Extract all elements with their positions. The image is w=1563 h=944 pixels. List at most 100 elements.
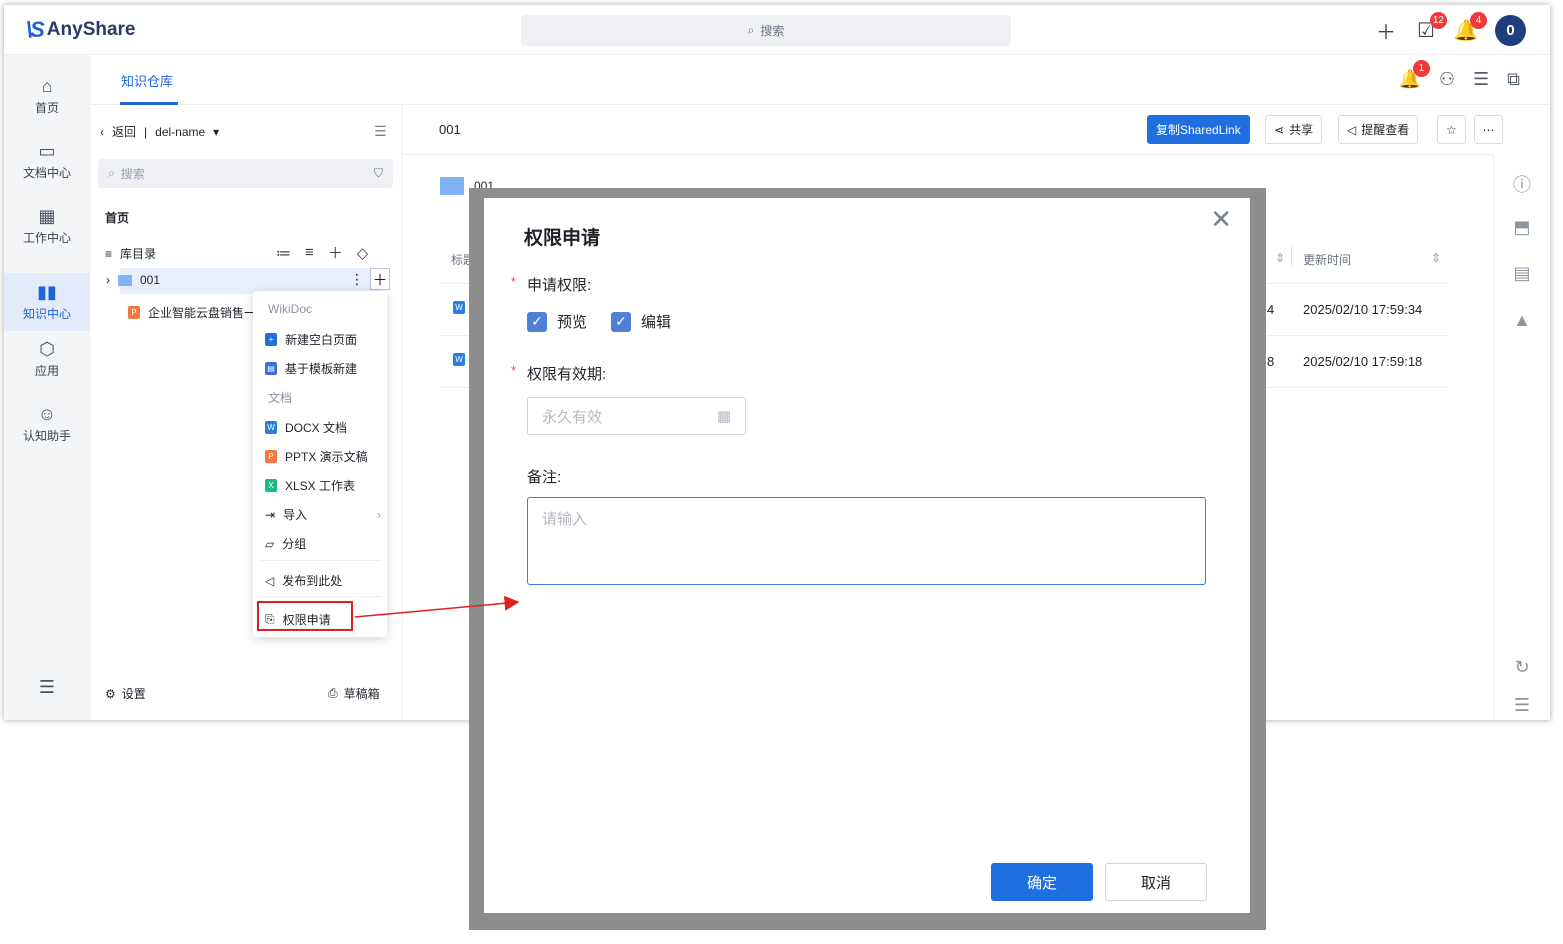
nav-apps[interactable]: ⬡ 应用 xyxy=(4,330,90,388)
add-icon[interactable]: ＋ xyxy=(328,242,343,263)
validity-datepicker[interactable]: 永久有效 ▦ xyxy=(527,397,746,435)
global-search[interactable]: ⌕ 搜索 xyxy=(521,15,1011,46)
note-label: 备注: xyxy=(527,469,562,486)
folder-icon xyxy=(118,274,132,286)
favorite-button[interactable]: ☆ xyxy=(1437,115,1466,144)
refresh-icon[interactable]: ↻ xyxy=(1511,657,1533,678)
robot-icon: ☺ xyxy=(37,403,57,424)
nav-knowledge[interactable]: ▮▮ 知识中心 xyxy=(4,273,90,331)
checkbox-edit[interactable]: ✓ 编辑 xyxy=(611,311,671,332)
template-icon: ▤ xyxy=(265,362,277,375)
list-icon[interactable]: ≡ xyxy=(305,244,314,261)
menu-doc-header: 文档 xyxy=(268,391,293,405)
avatar[interactable]: 0 xyxy=(1495,15,1526,46)
folder-icon: ▭ xyxy=(38,140,56,161)
sort-icon[interactable]: ⇕ xyxy=(1431,251,1441,265)
user-settings-icon[interactable]: ⚇ xyxy=(1439,69,1455,90)
cancel-button[interactable]: 取消 xyxy=(1105,863,1207,901)
menu-wikidoc-header: WikiDoc xyxy=(268,302,312,316)
menu-pptx[interactable]: P PPTX 演示文稿 xyxy=(265,448,381,465)
validity-label: 权限有效期: xyxy=(527,366,607,383)
more-button[interactable]: ⋯ xyxy=(1474,115,1503,144)
right-rail: ⓘ ⬒ ▤ ▲ ↻ ☰ xyxy=(1493,155,1550,720)
back-link[interactable]: 返回 xyxy=(112,123,136,140)
book-icon: ▮▮ xyxy=(37,281,57,302)
content-toolbar xyxy=(403,105,1493,155)
tree-catalog-label: 库目录 xyxy=(120,247,157,261)
tree-add-button[interactable]: ＋ xyxy=(370,268,390,290)
docx-icon: W xyxy=(453,301,465,314)
tree-header: ‹ 返回 | del-name ▾ xyxy=(100,123,219,140)
menu-group[interactable]: ▱ 分组 xyxy=(265,535,381,552)
col-updated[interactable]: 更新时间 xyxy=(1303,251,1351,268)
plus-icon[interactable]: ＋ xyxy=(1375,20,1397,44)
tree-search[interactable]: ⌕ 搜索 ⛉ xyxy=(98,159,393,188)
tree-folder-row[interactable]: › 001 xyxy=(106,273,160,287)
check-icon: ✓ xyxy=(527,311,547,332)
close-icon[interactable]: ✕ xyxy=(1210,204,1232,235)
settings-link[interactable]: ⚙ 设置 xyxy=(105,685,146,702)
chevron-down-icon[interactable]: ▾ xyxy=(213,125,219,139)
calendar-icon: ▦ xyxy=(716,408,731,425)
more-icon[interactable]: ⋮ xyxy=(350,271,364,288)
comment-icon[interactable]: ▤ xyxy=(1511,263,1533,284)
row1-size: 4 xyxy=(1267,302,1275,317)
menu-docx[interactable]: W DOCX 文档 xyxy=(265,419,381,436)
nav-home[interactable]: ⌂ 首页 xyxy=(4,67,90,125)
notification-icon[interactable]: 🔔 1 xyxy=(1398,60,1430,90)
nav-apps-label: 应用 xyxy=(34,363,59,378)
sort-icon[interactable]: ≔ xyxy=(276,244,291,262)
nav-docs[interactable]: ▭ 文档中心 xyxy=(4,132,90,190)
database-icon[interactable]: ☰ xyxy=(1473,69,1489,90)
nav-assistant-label: 认知助手 xyxy=(22,428,71,443)
pptx-icon: P xyxy=(265,450,277,463)
app-icon: ⬡ xyxy=(39,338,55,359)
menu-divider xyxy=(261,560,381,561)
menu-new-blank[interactable]: + 新建空白页面 xyxy=(265,331,381,348)
sort-icon[interactable]: ⇕ xyxy=(1275,251,1285,265)
highlight-box xyxy=(257,601,353,631)
tree-doc-row[interactable]: P 企业智能云盘销售一 xyxy=(128,304,256,321)
share-button[interactable]: ⋖ 共享 xyxy=(1265,115,1323,144)
checkbox-preview[interactable]: ✓ 预览 xyxy=(527,311,587,332)
tree-folder-label: 001 xyxy=(140,273,161,287)
back-arrow-icon[interactable]: ‹ xyxy=(100,125,104,139)
nav-assistant[interactable]: ☺ 认知助手 xyxy=(4,395,90,453)
note-input[interactable]: 请输入 xyxy=(527,497,1206,585)
info-icon[interactable]: ⓘ xyxy=(1511,171,1533,197)
remind-button[interactable]: ◁ 提醒查看 xyxy=(1338,115,1419,144)
collapse-icon[interactable]: ☰ xyxy=(1511,695,1533,716)
chevron-right-icon[interactable]: › xyxy=(106,273,110,287)
copy-sharedlink-button[interactable]: 复制SharedLink xyxy=(1147,115,1250,144)
bell-icon[interactable]: 🔔 4 xyxy=(1454,11,1487,42)
collapse-nav-button[interactable]: ☰ xyxy=(4,667,90,707)
notify-badge: 1 xyxy=(1412,60,1430,77)
menu-collapse-icon: ☰ xyxy=(38,677,56,697)
tree-home[interactable]: 首页 xyxy=(105,209,129,226)
check-icon: ✓ xyxy=(611,311,631,332)
menu-xlsx[interactable]: X XLSX 工作表 xyxy=(265,477,381,494)
tab-knowledge-repo[interactable]: 知识仓库 xyxy=(121,71,173,90)
menu-import[interactable]: ⇥ 导入 › xyxy=(265,506,381,523)
drafts-link[interactable]: ⎙ 草稿箱 xyxy=(328,685,380,702)
nav-work-label: 工作中心 xyxy=(22,230,71,245)
nav-work[interactable]: ▦ 工作中心 xyxy=(4,197,90,255)
confirm-button[interactable]: 确定 xyxy=(991,863,1093,901)
menu-xlsx-label: XLSX 工作表 xyxy=(285,479,356,493)
folder-icon xyxy=(440,177,464,195)
menu-from-template[interactable]: ▤ 基于模板新建 xyxy=(265,360,381,377)
filter-icon[interactable]: ⛉ xyxy=(374,166,383,181)
tree-catalog: ≡ 库目录 xyxy=(105,245,156,262)
menu-publish[interactable]: ◁ 发布到此处 xyxy=(265,572,381,589)
tag-icon[interactable]: ◇ xyxy=(357,244,369,262)
repo-name[interactable]: del-name xyxy=(155,125,205,139)
global-search-placeholder: 搜索 xyxy=(760,24,785,38)
sub-actions: 🔔 1 ⚇ ☰ ⧉ xyxy=(1398,60,1520,90)
like-icon[interactable]: ▲ xyxy=(1511,310,1533,331)
import-icon: ⇥ xyxy=(265,507,276,522)
collapse-panel-icon[interactable]: ☰ xyxy=(374,123,387,140)
row2-updated: 2025/02/10 17:59:18 xyxy=(1303,354,1423,369)
code-icon[interactable]: ⧉ xyxy=(1507,69,1520,90)
badge-icon[interactable]: ⬒ xyxy=(1511,217,1533,238)
task-icon[interactable]: ☑ 12 xyxy=(1415,11,1447,42)
